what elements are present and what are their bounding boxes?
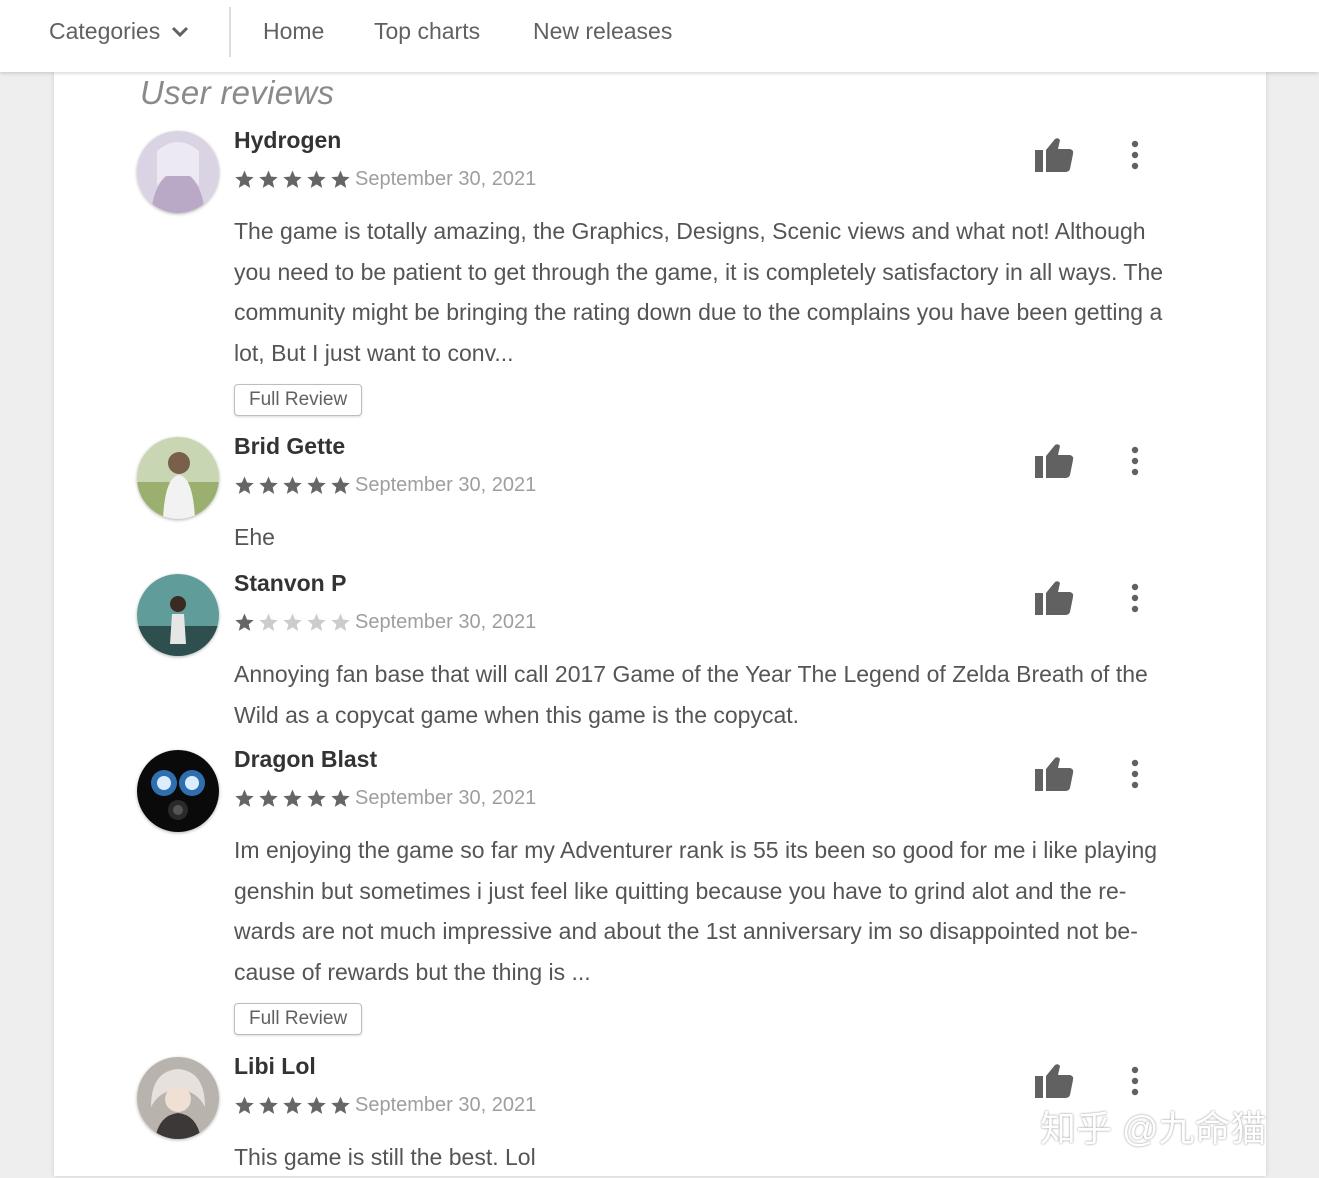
star-rating <box>234 1095 351 1116</box>
review-text: Im enjoying the game so far my Adventure… <box>234 837 1158 985</box>
thumbs-up-icon[interactable] <box>1034 754 1074 794</box>
more-options-icon[interactable] <box>1122 1065 1148 1097</box>
star-empty-icon <box>307 613 326 631</box>
star-filled-icon <box>235 1096 254 1114</box>
star-filled-icon <box>259 170 278 188</box>
categories-label: Categories <box>49 18 161 44</box>
star-filled-icon <box>307 789 326 807</box>
star-rating <box>234 169 351 190</box>
nav-divider <box>229 7 231 57</box>
star-empty-icon <box>259 613 278 631</box>
star-filled-icon <box>235 476 254 494</box>
avatar[interactable] <box>137 1057 219 1139</box>
star-filled-icon <box>307 476 326 494</box>
review-author: Brid Gette <box>234 433 346 459</box>
thumbs-up-icon[interactable] <box>1034 135 1074 175</box>
star-filled-icon <box>283 170 302 188</box>
star-filled-icon <box>283 789 302 807</box>
review-date: September 30, 2021 <box>355 1094 537 1116</box>
star-rating <box>234 475 351 496</box>
avatar[interactable] <box>137 574 219 656</box>
star-filled-icon <box>235 613 254 631</box>
review-author: Libi Lol <box>234 1053 316 1079</box>
watermark-text: 知乎 @九命猫 <box>1040 1108 1267 1149</box>
avatar[interactable] <box>137 131 219 213</box>
review-author: Dragon Blast <box>234 746 378 772</box>
star-filled-icon <box>235 170 254 188</box>
star-filled-icon <box>259 476 278 494</box>
chevron-down-icon <box>172 26 189 37</box>
review-text: Ehe <box>234 524 275 550</box>
review-date: September 30, 2021 <box>355 168 537 190</box>
review-text: Annoying fan base that will call 2017 Ga… <box>234 661 1148 728</box>
nav-new-releases[interactable]: New releases <box>533 18 672 45</box>
star-filled-icon <box>307 170 326 188</box>
thumbs-up-icon[interactable] <box>1034 441 1074 481</box>
more-options-icon[interactable] <box>1122 582 1148 614</box>
star-rating <box>234 612 351 633</box>
review-date: September 30, 2021 <box>355 787 537 809</box>
avatar[interactable] <box>137 750 219 832</box>
star-filled-icon <box>331 789 350 807</box>
star-filled-icon <box>283 1096 302 1114</box>
review-author: Hydrogen <box>234 127 342 153</box>
more-options-icon[interactable] <box>1122 139 1148 171</box>
review-date: September 30, 2021 <box>355 611 537 633</box>
star-rating <box>234 788 351 809</box>
thumbs-up-icon[interactable] <box>1034 1061 1074 1101</box>
star-filled-icon <box>259 789 278 807</box>
thumbs-up-icon[interactable] <box>1034 578 1074 618</box>
review-text: The game is totally amazing, the Graphic… <box>234 218 1164 366</box>
nav-home[interactable]: Home <box>263 18 324 45</box>
review-author: Stanvon P <box>234 570 347 596</box>
star-empty-icon <box>331 613 350 631</box>
star-filled-icon <box>307 1096 326 1114</box>
star-filled-icon <box>331 170 350 188</box>
avatar[interactable] <box>137 437 219 519</box>
star-filled-icon <box>283 476 302 494</box>
section-title: User reviews <box>140 74 335 111</box>
more-options-icon[interactable] <box>1122 758 1148 790</box>
star-filled-icon <box>259 1096 278 1114</box>
star-filled-icon <box>331 476 350 494</box>
full-review-button[interactable]: Full Review <box>234 384 363 416</box>
star-empty-icon <box>283 613 302 631</box>
review-date: September 30, 2021 <box>355 474 537 496</box>
top-navigation-bar: Categories Home Top charts New releases <box>0 0 1319 72</box>
full-review-button[interactable]: Full Review <box>234 1003 363 1035</box>
more-options-icon[interactable] <box>1122 445 1148 477</box>
categories-dropdown[interactable]: Categories <box>49 18 190 45</box>
star-filled-icon <box>331 1096 350 1114</box>
nav-top-charts[interactable]: Top charts <box>374 18 480 45</box>
star-filled-icon <box>235 789 254 807</box>
